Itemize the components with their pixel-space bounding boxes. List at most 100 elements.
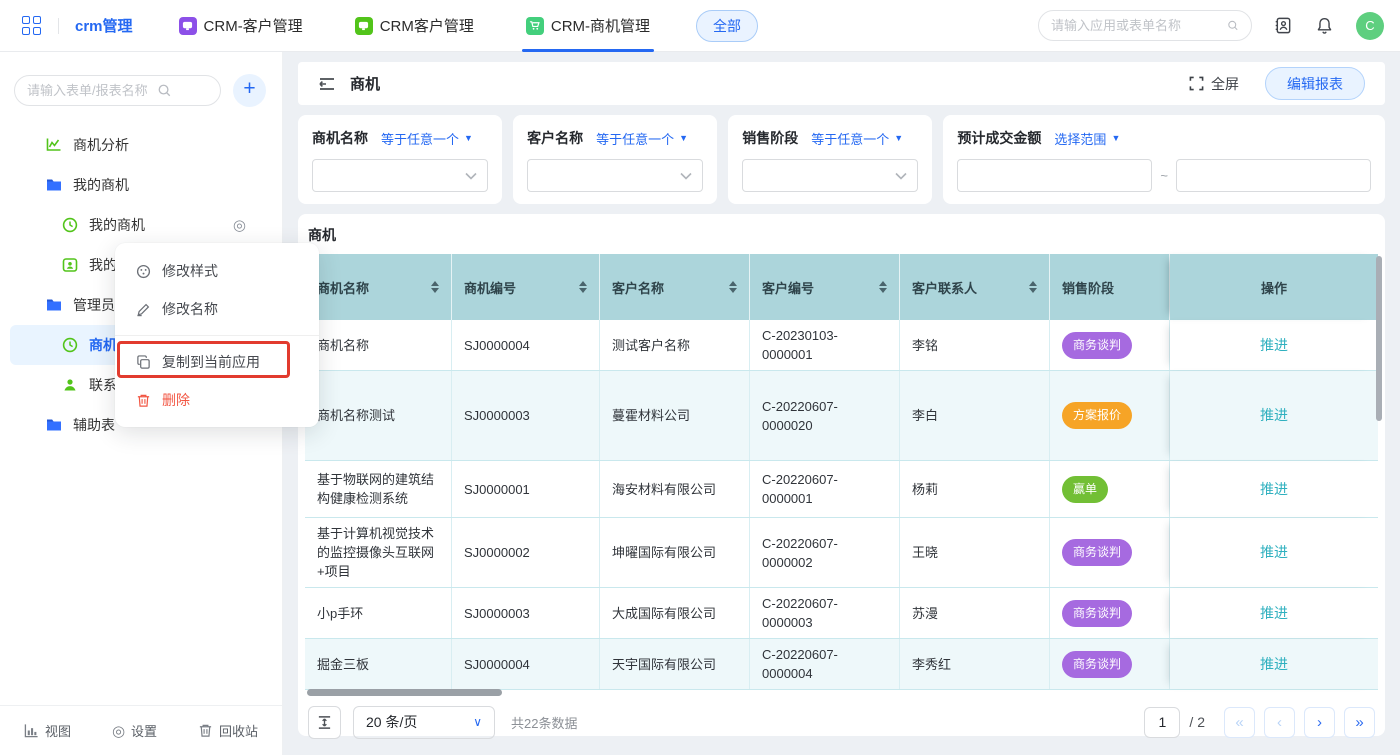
contacts-icon[interactable] xyxy=(1274,16,1293,35)
menu-item-label: 修改样式 xyxy=(162,261,218,281)
settings-label: 设置 xyxy=(131,721,157,740)
cell-opportunity-name: 商机名称测试 xyxy=(305,371,452,460)
table-header-row: 商机名称 商机编号 客户名称 客户编号 客户联系人 销售阶段 操作 xyxy=(305,254,1378,320)
amount-max-input[interactable] xyxy=(1176,159,1371,192)
add-form-button[interactable]: + xyxy=(233,74,266,107)
filter-value-select[interactable] xyxy=(742,159,918,192)
row-height-button[interactable] xyxy=(308,706,341,739)
notification-bell-icon[interactable] xyxy=(1315,16,1334,35)
table-row: 商机名称 SJ0000004 测试客户名称 C-20230103-0000001… xyxy=(305,320,1378,371)
filter-sales-stage: 销售阶段 等于任意一个▼ xyxy=(728,115,932,204)
column-header-actions: 操作 xyxy=(1170,254,1378,320)
filter-operator-dropdown[interactable]: 等于任意一个▼ xyxy=(811,129,903,148)
menu-item-delete[interactable]: 删除 xyxy=(115,381,319,419)
sort-icon[interactable] xyxy=(1029,281,1037,293)
all-apps-button[interactable]: 全部 xyxy=(696,10,758,42)
advance-link[interactable]: 推进 xyxy=(1260,604,1288,623)
filter-operator-dropdown[interactable]: 等于任意一个▼ xyxy=(381,129,473,148)
app-tab-crm-opportunity[interactable]: CRM-商机管理 xyxy=(526,0,650,52)
app-tab-crm-customer-1[interactable]: CRM-客户管理 xyxy=(179,0,303,52)
collapse-sidebar-icon[interactable] xyxy=(318,76,336,92)
tree-item-label: 联系 xyxy=(89,375,117,395)
cell-actions: 推进 xyxy=(1170,588,1378,638)
views-button[interactable]: 视图 xyxy=(24,721,71,740)
user-avatar[interactable]: C xyxy=(1356,12,1384,40)
stage-badge: 商务谈判 xyxy=(1062,651,1132,678)
recycle-bin-label: 回收站 xyxy=(219,721,258,740)
filter-label: 销售阶段 xyxy=(742,128,798,148)
global-search-input[interactable] xyxy=(1051,18,1227,33)
fullscreen-button[interactable]: 全屏 xyxy=(1189,74,1239,94)
sort-icon[interactable] xyxy=(579,281,587,293)
tree-item-my-opportunity-form[interactable]: 我的商机 ◎ xyxy=(10,205,272,245)
cell-customer-code: C-20220607-0000004 xyxy=(750,639,900,689)
advance-link[interactable]: 推进 xyxy=(1260,480,1288,499)
page-size-select[interactable]: 20 条/页 ∨ xyxy=(353,706,495,739)
chevron-down-icon xyxy=(680,172,692,180)
global-search[interactable] xyxy=(1038,10,1252,41)
cell-customer-code: C-20220607-0000003 xyxy=(750,588,900,638)
cell-opportunity-code: SJ0000001 xyxy=(452,461,600,517)
tree-item-opportunity-analysis[interactable]: 商机分析 xyxy=(10,125,272,165)
next-page-button[interactable]: › xyxy=(1304,707,1335,738)
item-settings-gear-icon[interactable]: ◎ xyxy=(233,216,246,234)
menu-item-copy-to-current-app[interactable]: 复制到当前应用 xyxy=(115,343,319,381)
sidebar-search-input[interactable] xyxy=(27,83,157,98)
column-header-customer-code[interactable]: 客户编号 xyxy=(750,254,900,320)
sort-icon[interactable] xyxy=(879,281,887,293)
first-page-button[interactable]: « xyxy=(1224,707,1255,738)
column-header-opportunity-code[interactable]: 商机编号 xyxy=(452,254,600,320)
filter-label: 商机名称 xyxy=(312,128,368,148)
table-panel: 商机 商机名称 商机编号 客户名称 客户编号 客户联系人 销售阶段 操作 商机名… xyxy=(298,214,1385,736)
pagination-bar: 20 条/页 ∨ 共22条数据 / 2 « ‹ › » xyxy=(305,699,1378,745)
settings-button[interactable]: ◎ 设置 xyxy=(112,721,157,740)
sort-icon[interactable] xyxy=(431,281,439,293)
menu-item-modify-style[interactable]: 修改样式 xyxy=(115,252,319,290)
previous-page-button[interactable]: ‹ xyxy=(1264,707,1295,738)
folder-icon xyxy=(46,298,62,312)
filter-label: 客户名称 xyxy=(527,128,583,148)
filter-value-select[interactable] xyxy=(312,159,488,192)
advance-link[interactable]: 推进 xyxy=(1260,336,1288,355)
tree-item-my-opportunity-folder[interactable]: 我的商机 xyxy=(10,165,272,205)
cell-actions: 推进 xyxy=(1170,518,1378,587)
menu-item-rename[interactable]: 修改名称 xyxy=(115,290,319,328)
app-tab-label: CRM-客户管理 xyxy=(204,15,303,36)
caret-down-icon: ▼ xyxy=(464,133,473,143)
menu-item-label: 修改名称 xyxy=(162,299,218,319)
filter-value-select[interactable] xyxy=(527,159,703,192)
advance-link[interactable]: 推进 xyxy=(1260,543,1288,562)
stage-badge: 商务谈判 xyxy=(1062,600,1132,627)
cell-actions: 推进 xyxy=(1170,320,1378,370)
column-header-opportunity-name[interactable]: 商机名称 xyxy=(305,254,452,320)
app-tab-crm-customer-2[interactable]: CRM客户管理 xyxy=(355,0,474,52)
current-page-input[interactable] xyxy=(1144,707,1180,738)
context-menu: 修改样式 修改名称 复制到当前应用 删除 xyxy=(115,243,319,427)
cell-customer-name: 大成国际有限公司 xyxy=(600,588,750,638)
fullscreen-label: 全屏 xyxy=(1211,74,1239,94)
table-row: 基于计算机视觉技术的监控摄像头互联网+项目 SJ0000002 坤曜国际有限公司… xyxy=(305,518,1378,588)
cell-customer-code: C-20220607-0000002 xyxy=(750,518,900,587)
sort-icon[interactable] xyxy=(729,281,737,293)
vertical-scrollbar[interactable] xyxy=(1376,256,1382,421)
stage-badge: 商务谈判 xyxy=(1062,539,1132,566)
filter-operator-dropdown[interactable]: 选择范围▼ xyxy=(1054,129,1120,148)
trash-icon xyxy=(198,723,213,738)
workspace-name[interactable]: crm管理 xyxy=(75,15,133,36)
page-header: 商机 全屏 编辑报表 xyxy=(298,62,1385,105)
caret-down-icon: ▼ xyxy=(894,133,903,143)
cell-sales-stage: 赢单 xyxy=(1050,461,1170,517)
column-header-customer-contact[interactable]: 客户联系人 xyxy=(900,254,1050,320)
advance-link[interactable]: 推进 xyxy=(1260,655,1288,674)
advance-link[interactable]: 推进 xyxy=(1260,406,1288,425)
recycle-bin-button[interactable]: 回收站 xyxy=(198,721,258,740)
filter-operator-dropdown[interactable]: 等于任意一个▼ xyxy=(596,129,688,148)
horizontal-scrollbar[interactable] xyxy=(307,689,502,696)
cell-customer-contact: 苏漫 xyxy=(900,588,1050,638)
sidebar-search[interactable] xyxy=(14,75,221,106)
last-page-button[interactable]: » xyxy=(1344,707,1375,738)
apps-grid-icon[interactable] xyxy=(22,16,42,36)
edit-report-button[interactable]: 编辑报表 xyxy=(1265,67,1365,100)
column-header-customer-name[interactable]: 客户名称 xyxy=(600,254,750,320)
amount-min-input[interactable] xyxy=(957,159,1152,192)
